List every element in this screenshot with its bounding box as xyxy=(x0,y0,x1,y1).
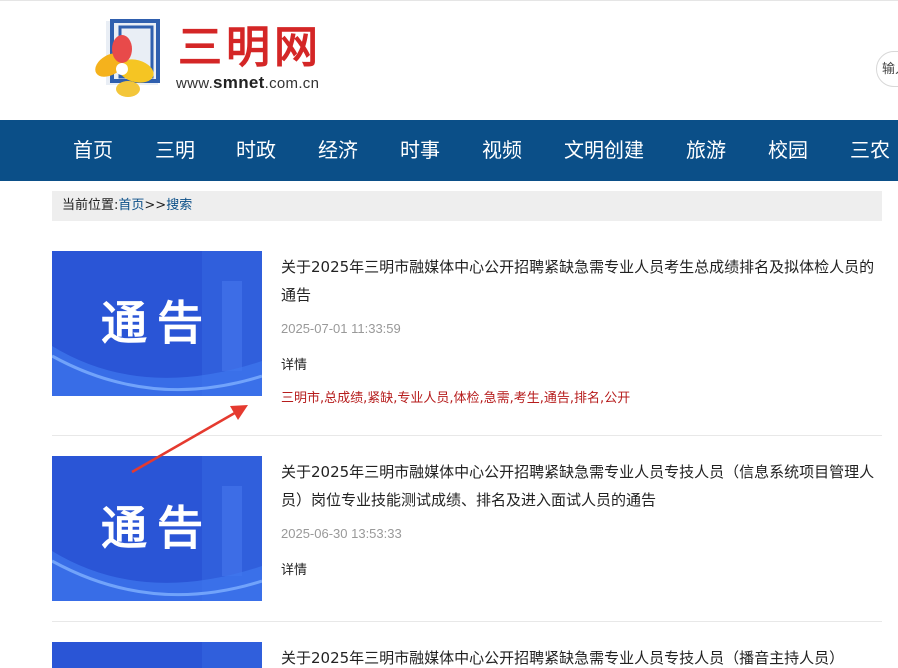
result-detail-link[interactable]: 详情 xyxy=(281,354,307,373)
site-name: 三明网 xyxy=(178,22,322,73)
site-url: www.smnet.com.cn xyxy=(176,73,320,92)
breadcrumb-label: 当前位置: xyxy=(62,198,119,213)
main-nav: 首页 三明 时政 经济 时事 视频 文明创建 旅游 校园 三农 xyxy=(0,120,898,181)
result-title[interactable]: 关于2025年三明市融媒体中心公开招聘紧缺急需专业人员专技人员（播音主持人员） xyxy=(281,644,881,668)
result-thumbnail[interactable]: 通告 xyxy=(52,456,262,601)
site-logo[interactable]: 三明网 www.smnet.com.cn xyxy=(92,19,332,103)
thumb-label: 通告 xyxy=(101,296,213,350)
thumb-label: 通告 xyxy=(101,501,213,555)
nav-item-video[interactable]: 视频 xyxy=(482,120,522,181)
result-date: 2025-06-30 13:53:33 xyxy=(281,526,402,541)
nav-item-politics[interactable]: 时政 xyxy=(236,120,276,181)
nav-item-agriculture[interactable]: 三农 xyxy=(850,120,890,181)
breadcrumb-home-link[interactable]: 首页 xyxy=(118,198,144,213)
nav-item-current-affairs[interactable]: 时事 xyxy=(400,120,440,181)
nav-item-home[interactable]: 首页 xyxy=(73,120,113,181)
result-item: 关于2025年三明市融媒体中心公开招聘紧缺急需专业人员专技人员（播音主持人员） xyxy=(52,642,882,668)
search-input[interactable] xyxy=(877,52,898,86)
nav-item-tourism[interactable]: 旅游 xyxy=(686,120,726,181)
result-detail-link[interactable]: 详情 xyxy=(281,559,307,578)
logo-emblem-icon xyxy=(95,19,160,97)
result-title[interactable]: 关于2025年三明市融媒体中心公开招聘紧缺急需专业人员专技人员（信息系统项目管理… xyxy=(281,458,881,514)
result-thumbnail[interactable]: 通告 xyxy=(52,251,262,396)
result-item: 通告 关于2025年三明市融媒体中心公开招聘紧缺急需专业人员考生总成绩排名及拟体… xyxy=(52,251,882,406)
result-date: 2025-07-01 11:33:59 xyxy=(281,321,401,336)
nav-item-campus[interactable]: 校园 xyxy=(768,120,808,181)
nav-item-economy[interactable]: 经济 xyxy=(318,120,358,181)
breadcrumb-current-link[interactable]: 搜索 xyxy=(166,198,192,213)
result-item: 通告 关于2025年三明市融媒体中心公开招聘紧缺急需专业人员专技人员（信息系统项… xyxy=(52,456,882,601)
nav-item-civilization[interactable]: 文明创建 xyxy=(564,120,644,181)
result-divider xyxy=(52,435,882,436)
result-title[interactable]: 关于2025年三明市融媒体中心公开招聘紧缺急需专业人员考生总成绩排名及拟体检人员… xyxy=(281,253,881,309)
breadcrumb: 当前位置:首页>>搜索 xyxy=(52,191,882,221)
result-thumbnail[interactable] xyxy=(52,642,262,668)
result-tags: 三明市,总成绩,紧缺,专业人员,体检,急需,考生,通告,排名,公开 xyxy=(281,391,631,406)
nav-item-sanming[interactable]: 三明 xyxy=(155,120,195,181)
result-divider xyxy=(52,621,882,622)
search-box[interactable] xyxy=(876,51,898,87)
breadcrumb-separator: >> xyxy=(144,198,167,213)
site-header: 三明网 www.smnet.com.cn xyxy=(0,0,898,120)
